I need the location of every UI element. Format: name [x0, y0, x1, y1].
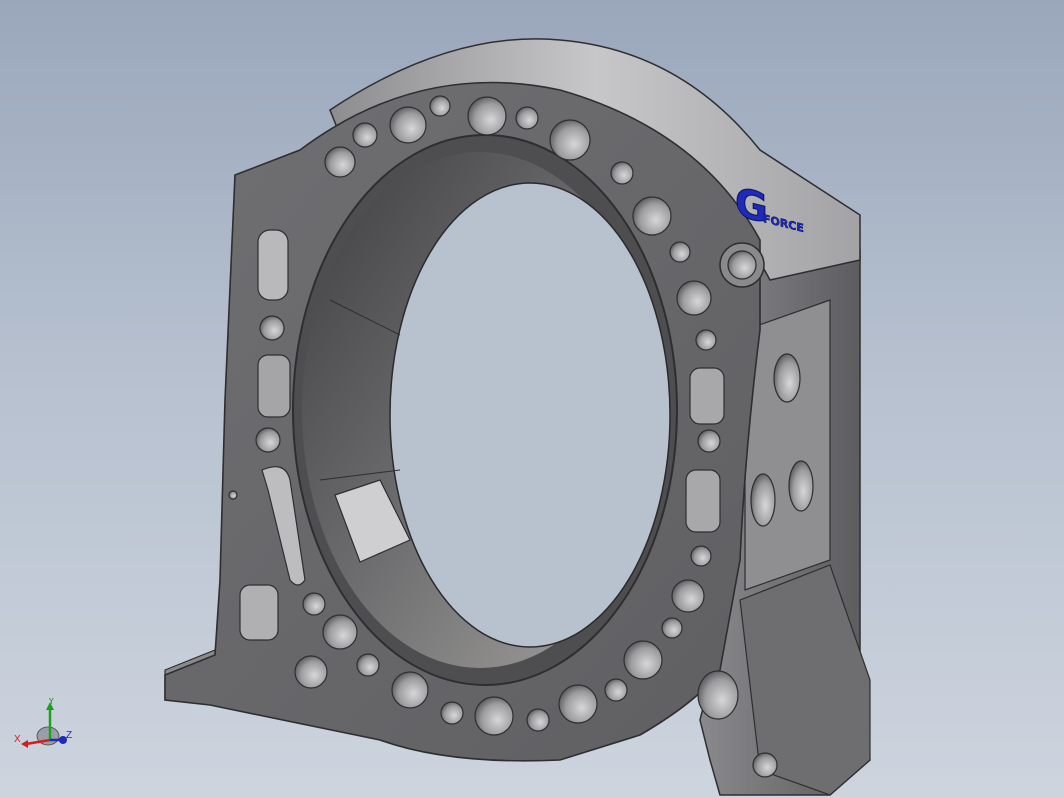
slot-right-1	[689, 367, 725, 425]
triad-y-label: Y	[48, 698, 55, 707]
housing-model[interactable]: G FORCE	[0, 0, 1064, 798]
triad-x-label: X	[14, 734, 21, 745]
orientation-triad: Y X Z	[14, 698, 72, 748]
slot-lower	[239, 584, 279, 641]
slot-right-2	[685, 469, 721, 533]
triad-z-label: Z	[66, 730, 72, 741]
slot-upper	[257, 229, 289, 301]
slot-mid	[257, 354, 291, 418]
bore-through	[389, 182, 671, 648]
top-boss-hole	[727, 250, 757, 280]
3d-viewport[interactable]: G FORCE Y X Z	[0, 0, 1064, 798]
